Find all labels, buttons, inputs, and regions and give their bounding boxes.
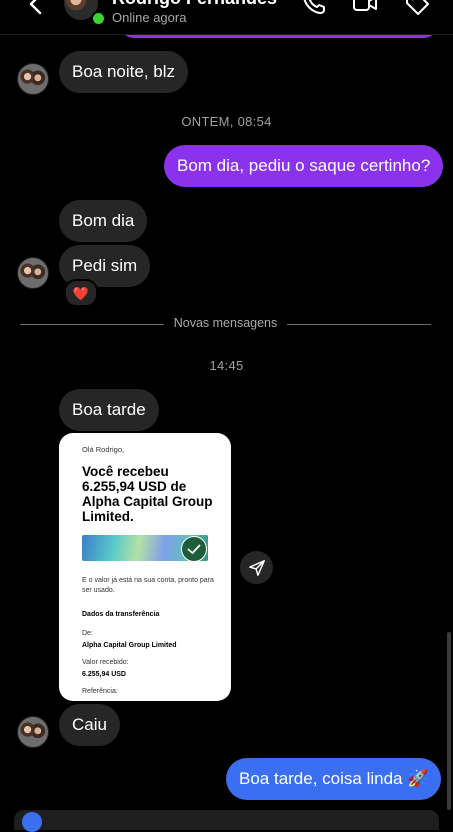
receipt-section-title: Dados da transferência	[82, 610, 217, 620]
tag-icon[interactable]	[404, 0, 430, 16]
outgoing-message[interactable]: Bom dia, pediu o saque certinho?	[164, 145, 443, 187]
incoming-message[interactable]: Caiu	[59, 704, 120, 746]
chat-header: Rodrigo Fernandes Online agora	[0, 0, 453, 35]
receipt-received-label: Valor recebido:	[82, 658, 217, 668]
receipt-received-value: 6.255,94 USD	[82, 670, 217, 680]
receipt-greeting: Olá Rodrigo,	[82, 445, 124, 454]
scrollbar[interactable]	[447, 632, 451, 810]
receipt-from-label: De:	[82, 629, 217, 639]
share-button[interactable]	[240, 551, 273, 584]
check-icon	[181, 536, 207, 562]
phone-icon[interactable]	[301, 0, 327, 16]
timestamp: 14:45	[0, 358, 453, 373]
heart-icon: ❤️	[73, 287, 89, 300]
contact-name[interactable]: Rodrigo Fernandes	[112, 0, 277, 9]
send-icon	[248, 559, 266, 577]
receipt-reference-label: Referência:	[82, 687, 217, 697]
incoming-message[interactable]: Boa noite, blz	[59, 51, 188, 93]
incoming-message[interactable]: Boa tarde	[59, 389, 159, 431]
receipt-available-text: E o valor já está na sua conta, pronto p…	[82, 576, 217, 595]
divider-label: Novas mensagens	[20, 316, 431, 330]
receipt-from-value: Alpha Capital Group Limited	[82, 641, 217, 651]
outgoing-message[interactable]: Boa tarde, coisa linda 🚀	[226, 758, 441, 800]
back-chevron-icon[interactable]	[26, 0, 48, 16]
timestamp: ONTEM, 08:54	[0, 114, 453, 129]
sender-avatar[interactable]	[17, 716, 49, 748]
sender-avatar[interactable]	[17, 63, 49, 95]
online-indicator	[91, 11, 106, 26]
camera-button[interactable]	[22, 812, 42, 832]
new-messages-divider: Novas mensagens	[20, 316, 431, 334]
heart-reaction[interactable]: ❤️	[64, 279, 98, 307]
incoming-message[interactable]: Bom dia	[59, 200, 147, 242]
contact-status: Online agora	[112, 10, 186, 25]
transfer-receipt-image[interactable]: Olá Rodrigo, Você recebeu 6.255,94 USD d…	[59, 433, 231, 701]
receipt-headline: Você recebeu 6.255,94 USD de Alpha Capit…	[82, 464, 222, 524]
video-icon[interactable]	[352, 0, 378, 16]
sender-avatar[interactable]	[17, 257, 49, 289]
message-composer[interactable]	[14, 810, 439, 830]
